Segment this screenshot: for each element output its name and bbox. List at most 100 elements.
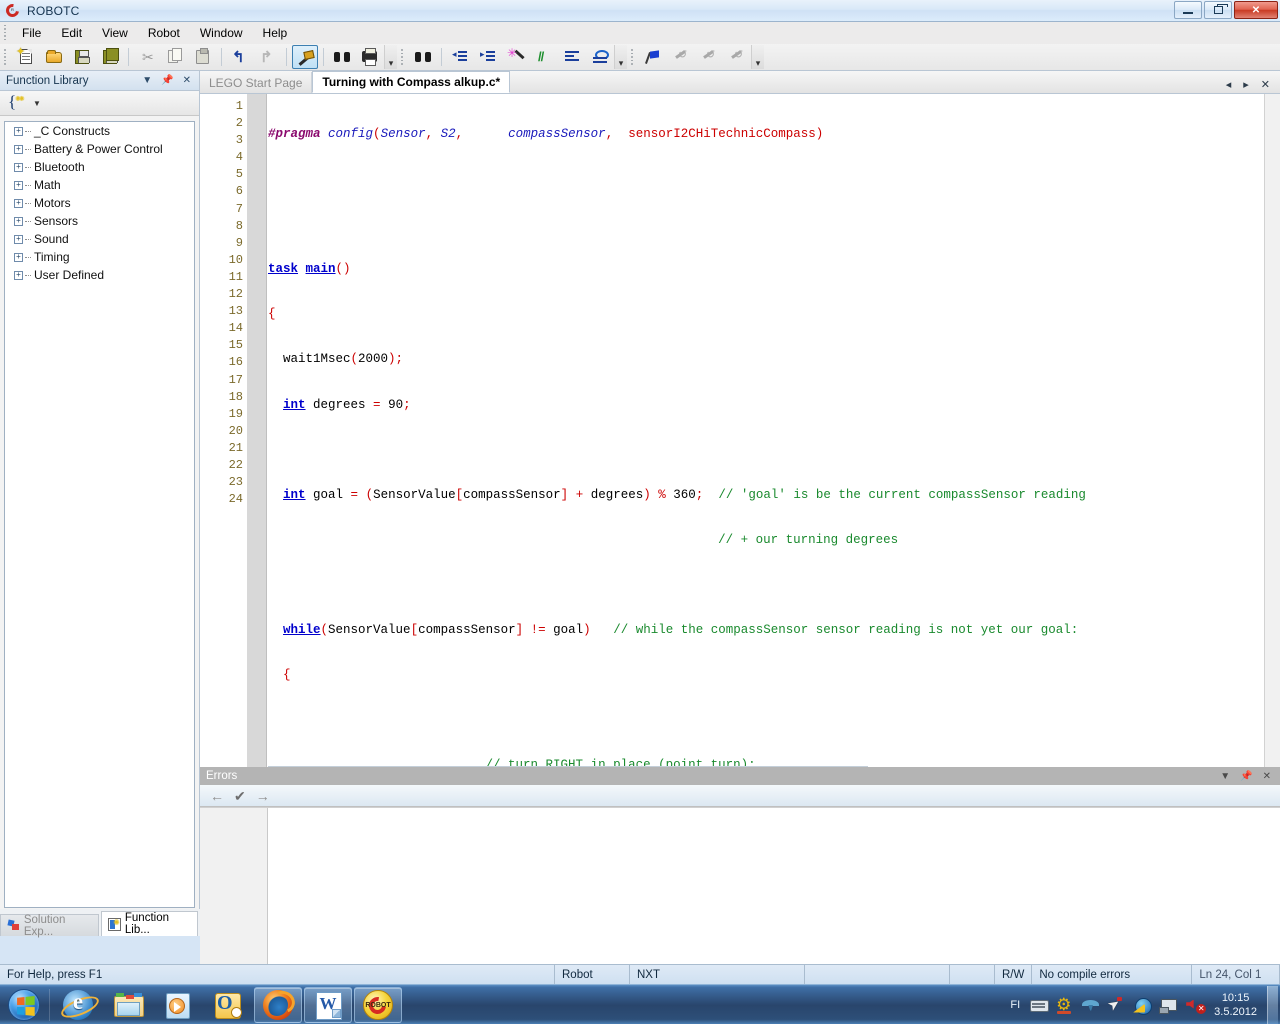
expand-icon[interactable]: +: [14, 270, 23, 280]
menu-gripper[interactable]: [2, 24, 9, 41]
toolbar-overflow-button-3[interactable]: [751, 45, 764, 69]
expand-icon[interactable]: +: [14, 198, 23, 208]
maximize-button[interactable]: [1204, 1, 1232, 19]
triangle-left-icon[interactable]: ◂: [1226, 78, 1232, 91]
code-brace-icon[interactable]: [8, 92, 30, 112]
chevron-down-icon[interactable]: ▼: [33, 99, 41, 108]
tab-turning-with-compass[interactable]: Turning with Compass alkup.c*: [312, 71, 511, 93]
start-debug-button[interactable]: [640, 45, 666, 69]
toolbar-gripper-2[interactable]: [399, 49, 406, 65]
volume-muted-icon[interactable]: [1184, 995, 1207, 1015]
chevron-down-icon[interactable]: ▼: [142, 75, 152, 86]
toolbar-overflow-button-1[interactable]: [384, 45, 397, 69]
find-in-files-button[interactable]: [410, 45, 436, 69]
tab-solution-explorer[interactable]: Solution Exp...: [0, 914, 99, 938]
tree-item-battery-power-control[interactable]: + Battery & Power Control: [5, 140, 194, 158]
indent-button[interactable]: [475, 45, 501, 69]
auto-indent-button[interactable]: [587, 45, 613, 69]
editor-breakpoint-margin[interactable]: [247, 94, 267, 767]
taskbar-word[interactable]: [304, 986, 352, 1023]
tree-item-motors[interactable]: + Motors: [5, 194, 194, 212]
menu-robot[interactable]: Robot: [138, 24, 190, 42]
step-into-button[interactable]: [668, 45, 694, 69]
language-indicator[interactable]: FI: [1010, 999, 1020, 1011]
funnel-filter-icon[interactable]: [1080, 995, 1102, 1015]
expand-icon[interactable]: +: [14, 180, 23, 190]
tree-item-sound[interactable]: + Sound: [5, 230, 194, 248]
taskbar-media-player[interactable]: [154, 987, 202, 1023]
chevron-down-icon[interactable]: ▼: [1220, 771, 1230, 782]
tree-item-sensors[interactable]: + Sensors: [5, 212, 194, 230]
menu-edit[interactable]: Edit: [51, 24, 92, 42]
step-out-button[interactable]: [724, 45, 750, 69]
tab-lego-start-page[interactable]: LEGO Start Page: [200, 72, 313, 93]
undo-button[interactable]: ↰: [227, 45, 253, 69]
start-button[interactable]: [2, 986, 46, 1024]
tree-item-c-constructs[interactable]: + _C Constructs: [5, 122, 194, 140]
menu-file[interactable]: File: [12, 24, 51, 42]
outdent-button[interactable]: [447, 45, 473, 69]
mouse-pointer-icon[interactable]: [1106, 995, 1128, 1015]
close-icon[interactable]: ✕: [1261, 78, 1270, 91]
align-left-button[interactable]: [559, 45, 585, 69]
close-button[interactable]: ✕: [1234, 1, 1278, 19]
redo-button[interactable]: ↱: [255, 45, 281, 69]
pin-icon[interactable]: 📌: [161, 75, 173, 86]
copy-button[interactable]: [162, 45, 188, 69]
expand-icon[interactable]: +: [14, 252, 23, 262]
cut-button[interactable]: ✂: [134, 45, 160, 69]
show-desktop-button[interactable]: [1267, 985, 1278, 1024]
taskbar-file-explorer[interactable]: [104, 987, 152, 1023]
network-globe-icon[interactable]: [1132, 995, 1154, 1015]
menu-view[interactable]: View: [92, 24, 138, 42]
save-all-button[interactable]: [97, 45, 123, 69]
taskbar-internet-explorer[interactable]: [54, 987, 102, 1023]
tree-item-bluetooth[interactable]: + Bluetooth: [5, 158, 194, 176]
network-connection-icon[interactable]: [1158, 995, 1180, 1015]
save-button[interactable]: [69, 45, 95, 69]
tree-item-label: Bluetooth: [34, 160, 85, 174]
close-icon[interactable]: ✕: [183, 75, 191, 86]
errors-list[interactable]: [200, 807, 1280, 965]
find-button[interactable]: [329, 45, 355, 69]
taskbar-clock[interactable]: 10:15 3.5.2012: [1208, 991, 1265, 1019]
format-code-button[interactable]: [503, 45, 529, 69]
menu-window[interactable]: Window: [190, 24, 253, 42]
arrow-right-icon[interactable]: →: [256, 789, 270, 803]
comment-lines-button[interactable]: //: [531, 45, 557, 69]
tab-function-library[interactable]: Function Lib...: [100, 911, 198, 936]
code-text[interactable]: #pragma config(Sensor, S2, compassSensor…: [268, 94, 1279, 767]
minimize-button[interactable]: [1174, 1, 1202, 19]
tree-item-timing[interactable]: + Timing: [5, 248, 194, 266]
expand-icon[interactable]: +: [14, 234, 23, 244]
print-button[interactable]: [357, 45, 383, 69]
code-editor[interactable]: 1 2 3 4 5 6 7 8 9 10 11 12 13 14 15 16 1…: [200, 94, 1280, 767]
expand-icon[interactable]: +: [14, 216, 23, 226]
expand-icon[interactable]: +: [14, 126, 23, 136]
menu-help[interactable]: Help: [253, 24, 298, 42]
toolbar-gripper-3[interactable]: [629, 49, 636, 65]
open-file-button[interactable]: [41, 45, 67, 69]
new-file-button[interactable]: ✦: [13, 45, 39, 69]
pin-icon[interactable]: 📌: [1240, 771, 1252, 782]
checkmark-icon[interactable]: ✔: [234, 789, 246, 803]
tree-item-math[interactable]: + Math: [5, 176, 194, 194]
expand-icon[interactable]: +: [14, 162, 23, 172]
gear-settings-icon[interactable]: [1054, 995, 1076, 1015]
toolbar-overflow-button-2[interactable]: [614, 45, 627, 69]
arrow-left-icon[interactable]: ←: [210, 789, 224, 803]
expand-icon[interactable]: +: [14, 144, 23, 154]
tree-item-user-defined[interactable]: + User Defined: [5, 266, 194, 284]
triangle-right-icon[interactable]: ▸: [1243, 78, 1249, 91]
close-icon[interactable]: ✕: [1263, 771, 1271, 782]
taskbar-outlook[interactable]: [204, 987, 252, 1023]
toolbar-gripper-1[interactable]: [2, 49, 9, 65]
taskbar-robotc[interactable]: ROBOT: [354, 986, 402, 1023]
step-over-button[interactable]: [696, 45, 722, 69]
editor-vertical-scrollbar[interactable]: [1264, 94, 1280, 767]
taskbar-firefox[interactable]: [254, 986, 302, 1023]
paste-button[interactable]: [190, 45, 216, 69]
line-number: 18: [228, 389, 243, 404]
keyboard-layout-icon[interactable]: [1028, 995, 1050, 1015]
compile-program-button[interactable]: [292, 45, 318, 69]
